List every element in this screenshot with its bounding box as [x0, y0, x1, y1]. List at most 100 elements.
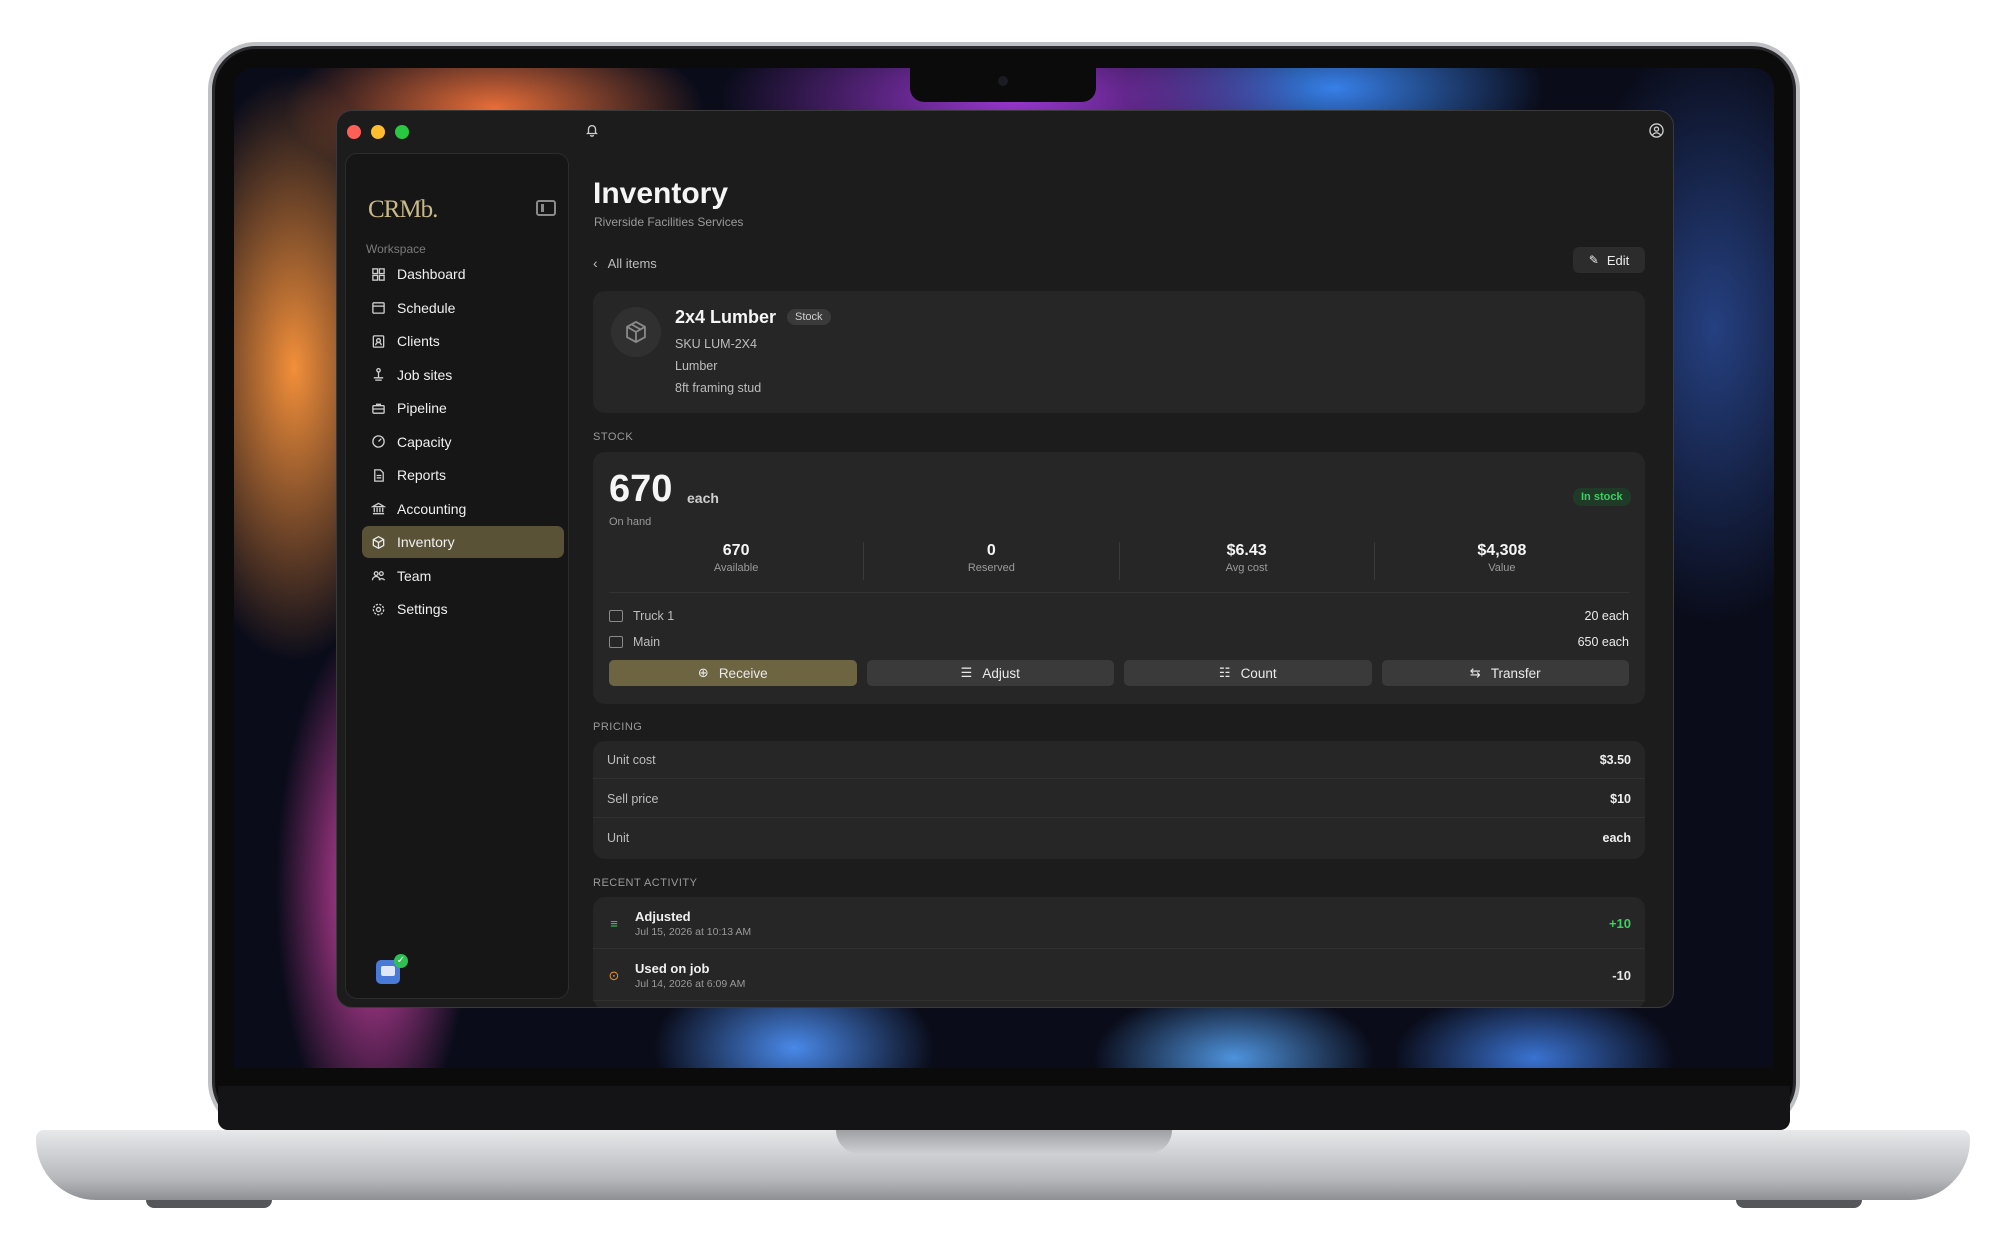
- minimize-window-button[interactable]: [371, 125, 385, 139]
- grid-icon: [370, 266, 386, 282]
- arrow-up-circle-icon: ⊙: [608, 967, 620, 983]
- pricing-value: each: [1602, 831, 1632, 845]
- chevron-left-icon: ‹: [593, 255, 598, 271]
- adjust-button-label: Adjust: [982, 665, 1020, 681]
- sidebar-item-capacity[interactable]: Capacity: [362, 426, 564, 458]
- sidebar-item-label: Schedule: [397, 299, 456, 316]
- sidebar-item-accounting[interactable]: Accounting: [362, 493, 564, 525]
- sidebar-item-team[interactable]: Team: [362, 560, 564, 592]
- receive-button[interactable]: ⊕ Receive: [609, 660, 857, 686]
- checklist-icon: ☷: [1218, 665, 1231, 680]
- sidebar-item-label: Settings: [397, 601, 448, 617]
- camera-notch: [910, 68, 1096, 102]
- sidebar-item-label: Pipeline: [397, 400, 447, 416]
- location-name: Truck 1: [633, 609, 675, 623]
- metric-label: Value: [1488, 562, 1516, 574]
- workspace-label: Workspace: [366, 242, 426, 256]
- activity-qty: +10: [1608, 916, 1631, 931]
- app-logo[interactable]: CRMb.: [368, 196, 438, 224]
- sidebar-item-settings[interactable]: Settings: [362, 593, 564, 625]
- sidebar-toggle-icon[interactable]: [536, 200, 556, 216]
- arrows-swap-icon: ⇆: [1469, 665, 1481, 680]
- location-row[interactable]: Main 650 each: [609, 632, 1629, 652]
- page-title: Inventory: [593, 177, 729, 210]
- sidebar-item-label: Dashboard: [397, 266, 466, 282]
- pricing-row-sell-price: Sell price $10: [593, 780, 1645, 818]
- pricing-section-label: PRICING: [593, 721, 643, 733]
- transfer-button[interactable]: ⇆ Transfer: [1381, 660, 1629, 686]
- box-icon: [611, 307, 661, 357]
- receive-button-label: Receive: [718, 665, 768, 681]
- calendar-icon: [370, 300, 386, 316]
- sidebar-item-label: Inventory: [397, 534, 455, 550]
- metric-value-total: $4,308 Value: [1375, 542, 1629, 580]
- location-qty: 650 each: [1577, 635, 1629, 649]
- bank-icon: [370, 501, 386, 517]
- gauge-icon: [370, 434, 386, 450]
- download-circle-icon: ⊕: [697, 665, 709, 680]
- stock-card: 670 each On hand In stock 670 Available …: [593, 452, 1645, 704]
- sidebar-item-inventory[interactable]: Inventory: [362, 526, 564, 558]
- activity-title: Used on job: [635, 961, 710, 976]
- sidebar-item-pipeline[interactable]: Pipeline: [362, 392, 564, 424]
- sidebar: CRMb. Workspace Dashboard Schedule Clien…: [345, 153, 569, 999]
- count-button-label: Count: [1240, 665, 1277, 681]
- activity-text: Adjusted Jul 15, 2026 at 10:13 AM: [635, 909, 751, 938]
- adjust-button[interactable]: ☰ Adjust: [866, 660, 1114, 686]
- app-window: CRMb. Workspace Dashboard Schedule Clien…: [336, 110, 1674, 1008]
- sidebar-item-label: Accounting: [397, 500, 467, 517]
- activity-card: ≡ Adjusted Jul 15, 2026 at 10:13 AM +10 …: [593, 897, 1645, 1007]
- item-category: Lumber: [675, 359, 718, 373]
- truck-icon: [609, 610, 623, 622]
- metric-avg-cost: $6.43 Avg cost: [1120, 542, 1375, 580]
- pricing-value: $10: [1610, 791, 1631, 806]
- sliders-icon: ≡: [610, 916, 618, 931]
- activity-row[interactable]: ⊙ Used on job Jul 14, 2026 at 6:09 AM -1…: [593, 951, 1645, 1001]
- count-button[interactable]: ☷ Count: [1124, 660, 1372, 686]
- activity-title: Adjusted: [635, 909, 691, 924]
- activity-row[interactable]: ≡ Adjusted Jul 15, 2026 at 10:13 AM +10: [593, 899, 1645, 949]
- metric-available: 670 Available: [609, 542, 865, 580]
- sidebar-item-label: Job sites: [397, 366, 453, 383]
- sidebar-item-job-sites[interactable]: Job sites: [362, 359, 564, 391]
- item-card: 2x4 Lumber Stock SKU LUM-2X4 Lumber 8ft …: [593, 291, 1645, 413]
- close-window-button[interactable]: [347, 125, 361, 139]
- sliders-icon: ☰: [960, 665, 973, 680]
- on-hand-quantity: 670: [609, 468, 673, 510]
- stock-metrics: 670 Available 0 Reserved $6.43 Avg cost …: [609, 542, 1629, 580]
- metric-label: Available: [713, 562, 759, 574]
- item-description: 8ft framing stud: [675, 381, 762, 395]
- laptop-foot-left: [146, 1200, 272, 1208]
- pricing-label: Sell price: [607, 791, 659, 806]
- laptop-chin: [218, 1086, 1790, 1130]
- check-icon: ✓: [394, 954, 408, 968]
- edit-button[interactable]: ✎ Edit: [1573, 247, 1645, 273]
- activity-date: Jul 15, 2026 at 10:13 AM: [635, 926, 752, 938]
- camera: [998, 76, 1008, 86]
- sidebar-item-label: Team: [397, 567, 432, 584]
- sidebar-item-dashboard[interactable]: Dashboard: [362, 258, 564, 290]
- location-row[interactable]: Truck 1 20 each: [609, 606, 1629, 626]
- sidebar-nav: Dashboard Schedule Clients Job sites Pip…: [362, 258, 564, 627]
- metric-value: $4,308: [1477, 542, 1527, 559]
- metric-reserved: 0 Reserved: [864, 542, 1120, 580]
- document-icon: [370, 467, 386, 483]
- pricing-value: $3.50: [1599, 752, 1631, 767]
- gear-icon: [370, 601, 386, 617]
- metric-value: 670: [722, 542, 750, 559]
- pricing-row-unit-cost: Unit cost $3.50: [593, 741, 1645, 779]
- pencil-icon: ✎: [1588, 253, 1599, 267]
- back-link[interactable]: ‹ All items: [593, 255, 657, 271]
- sidebar-item-label: Clients: [397, 333, 440, 349]
- sidebar-item-clients[interactable]: Clients: [362, 325, 564, 357]
- stock-status-badge: In stock: [1573, 488, 1631, 506]
- sidebar-item-label: Capacity: [397, 433, 452, 450]
- transfer-button-label: Transfer: [1490, 665, 1541, 681]
- divider: [609, 592, 1629, 593]
- location-qty: 20 each: [1584, 609, 1629, 623]
- laptop-foot-right: [1736, 1200, 1862, 1208]
- zoom-window-button[interactable]: [395, 125, 409, 139]
- sidebar-item-reports[interactable]: Reports: [362, 459, 564, 491]
- sidebar-item-schedule[interactable]: Schedule: [362, 292, 564, 324]
- activity-qty: -10: [1612, 968, 1631, 983]
